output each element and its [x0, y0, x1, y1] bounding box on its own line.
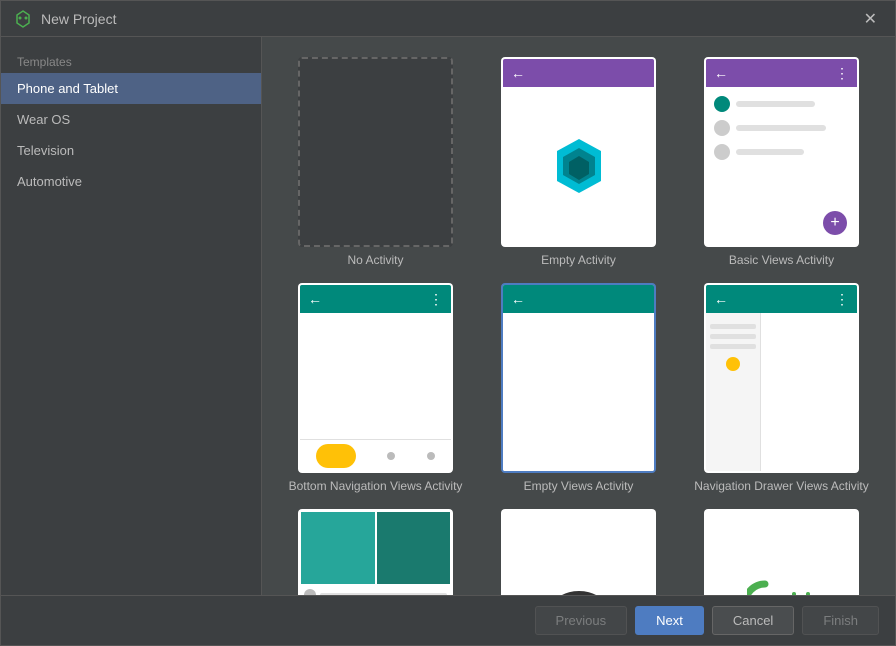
- hex-icon: [549, 136, 609, 196]
- drawer-item3: [710, 344, 756, 349]
- phone-bar-bottom-nav: ← ⋮: [300, 285, 451, 313]
- back-arrow-icon3: ←: [308, 291, 322, 307]
- list-circle3: [714, 144, 730, 160]
- sidebar-section-label: Templates: [1, 49, 261, 73]
- finish-button[interactable]: Finish: [802, 606, 879, 635]
- next-button[interactable]: Next: [635, 606, 704, 635]
- bottom-nav-bar: [300, 439, 451, 471]
- drawer-item2: [710, 334, 756, 339]
- footer: Previous Next Cancel Finish: [1, 595, 895, 645]
- phone-bar-nav-drawer: ← ⋮: [706, 285, 857, 313]
- previous-button[interactable]: Previous: [535, 606, 628, 635]
- drawer-item1: [710, 324, 756, 329]
- template-label-basic-views: Basic Views Activity: [729, 253, 834, 267]
- back-arrow-icon4: ←: [511, 291, 525, 307]
- sidebar-item-wear-os[interactable]: Wear OS: [1, 104, 261, 135]
- drawer-main: [761, 313, 857, 471]
- back-arrow-icon: ←: [511, 65, 525, 81]
- title-bar-left: New Project: [13, 9, 116, 29]
- nav-dot1: [387, 452, 395, 460]
- nav-active-item: [316, 444, 356, 468]
- main-content: No Activity ←: [262, 37, 895, 595]
- phone-bar-basic: ← ⋮: [706, 59, 857, 87]
- phone-bar-empty-views: ←: [503, 285, 654, 313]
- card-preview-basic-views: ← ⋮: [704, 57, 859, 247]
- dots-icon3: ⋮: [835, 291, 849, 308]
- back-arrow-icon5: ←: [714, 291, 728, 307]
- card-preview-empty-activity: ←: [501, 57, 656, 247]
- dialog-title: New Project: [41, 11, 116, 27]
- template-label-empty-views: Empty Views Activity: [524, 479, 634, 493]
- android-icon: [13, 9, 33, 29]
- template-label-bottom-nav: Bottom Navigation Views Activity: [289, 479, 463, 493]
- cancel-button[interactable]: Cancel: [712, 606, 794, 635]
- drawer-circle: [726, 357, 740, 371]
- new-project-dialog: New Project ✕ Templates Phone and Tablet…: [0, 0, 896, 646]
- dots-icon: ⋮: [835, 65, 849, 82]
- template-card-grid[interactable]: Grid Activity: [282, 509, 469, 595]
- close-button[interactable]: ✕: [858, 7, 883, 31]
- fab-button: +: [823, 211, 847, 235]
- sidebar-item-automotive[interactable]: Automotive: [1, 166, 261, 197]
- nav-dot2: [427, 452, 435, 460]
- game-controller-icon: [549, 582, 609, 596]
- template-grid: No Activity ←: [262, 37, 895, 595]
- template-card-game[interactable]: Game Activity: [485, 509, 672, 595]
- card-preview-grid: [298, 509, 453, 595]
- template-card-empty-activity[interactable]: ← Em: [485, 57, 672, 267]
- template-card-bottom-nav[interactable]: ← ⋮ Bottom Navigation Views Activity: [282, 283, 469, 493]
- template-label-no-activity: No Activity: [347, 253, 403, 267]
- cpp-icon: [747, 574, 817, 595]
- content-area: Templates Phone and Tablet Wear OS Telev…: [1, 37, 895, 595]
- dots-icon2: ⋮: [429, 291, 443, 308]
- phone-bar-empty: ←: [503, 59, 654, 87]
- sidebar-item-phone-tablet[interactable]: Phone and Tablet: [1, 73, 261, 104]
- template-card-cpp[interactable]: Native C++ Activity: [688, 509, 875, 595]
- drawer-side: [706, 313, 761, 471]
- template-card-empty-views[interactable]: ← Empty Views Activity: [485, 283, 672, 493]
- card-preview-cpp: [704, 509, 859, 595]
- card-preview-game: [501, 509, 656, 595]
- card-preview-bottom-nav: ← ⋮: [298, 283, 453, 473]
- sidebar: Templates Phone and Tablet Wear OS Telev…: [1, 37, 262, 595]
- card-preview-empty-views: ←: [501, 283, 656, 473]
- template-card-basic-views[interactable]: ← ⋮: [688, 57, 875, 267]
- back-arrow-icon2: ←: [714, 65, 728, 81]
- template-card-nav-drawer[interactable]: ← ⋮ Navigatio: [688, 283, 875, 493]
- list-circle: [714, 96, 730, 112]
- template-label-nav-drawer: Navigation Drawer Views Activity: [694, 479, 869, 493]
- list-circle2: [714, 120, 730, 136]
- card-preview-no-activity: [298, 57, 453, 247]
- title-bar: New Project ✕: [1, 1, 895, 37]
- template-card-no-activity[interactable]: No Activity: [282, 57, 469, 267]
- template-label-empty-activity: Empty Activity: [541, 253, 616, 267]
- card-preview-nav-drawer: ← ⋮: [704, 283, 859, 473]
- sidebar-item-television[interactable]: Television: [1, 135, 261, 166]
